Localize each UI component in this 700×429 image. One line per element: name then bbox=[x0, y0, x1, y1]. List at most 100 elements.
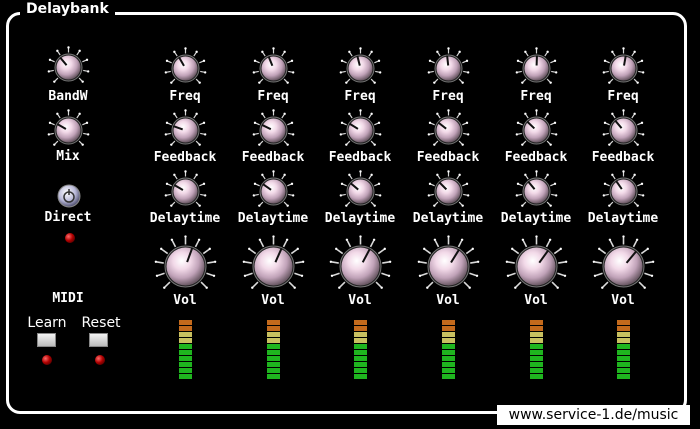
bandwidth-label: BandW bbox=[48, 89, 88, 104]
vol-label-6: Vol bbox=[611, 293, 635, 308]
freq-knob-6[interactable] bbox=[599, 44, 648, 93]
meter-segment bbox=[179, 374, 192, 379]
meter-segment bbox=[354, 350, 367, 355]
meter-segment bbox=[617, 320, 630, 325]
learn-led bbox=[42, 355, 52, 365]
vol-label-2: Vol bbox=[261, 293, 285, 308]
delaytime-knob-1[interactable] bbox=[161, 167, 210, 216]
reset-button[interactable] bbox=[89, 333, 108, 347]
meter-segment bbox=[267, 374, 280, 379]
window-title: Delaybank bbox=[20, 0, 115, 18]
meter-segment bbox=[267, 344, 280, 349]
meter-segment bbox=[530, 344, 543, 349]
meter-segment bbox=[617, 350, 630, 355]
vol-knob-2[interactable] bbox=[238, 231, 309, 302]
meter-segment bbox=[442, 338, 455, 343]
freq-knob-3[interactable] bbox=[336, 44, 385, 93]
meter-segment bbox=[354, 332, 367, 337]
delaytime-knob-3[interactable] bbox=[336, 167, 385, 216]
meter-segment bbox=[442, 374, 455, 379]
vol-knob-5[interactable] bbox=[501, 231, 572, 302]
delaytime-knob-2[interactable] bbox=[249, 167, 298, 216]
feedback-label-3: Feedback bbox=[328, 150, 392, 165]
freq-label-5: Freq bbox=[520, 89, 552, 104]
delaytime-knob-6[interactable] bbox=[599, 167, 648, 216]
meter-segment bbox=[530, 338, 543, 343]
level-meter-5 bbox=[530, 320, 543, 380]
meter-segment bbox=[530, 374, 543, 379]
meter-segment bbox=[179, 344, 192, 349]
vol-knob-1[interactable] bbox=[150, 231, 221, 302]
meter-segment bbox=[354, 356, 367, 361]
meter-segment bbox=[617, 338, 630, 343]
meter-segment bbox=[354, 368, 367, 373]
direct-led bbox=[65, 233, 75, 243]
meter-segment bbox=[530, 326, 543, 331]
bandwidth-knob[interactable] bbox=[44, 43, 93, 92]
delaytime-label-4: Delaytime bbox=[412, 211, 484, 226]
meter-segment bbox=[354, 326, 367, 331]
freq-knob-1[interactable] bbox=[161, 44, 210, 93]
meter-segment bbox=[442, 326, 455, 331]
meter-segment bbox=[354, 344, 367, 349]
meter-segment bbox=[267, 350, 280, 355]
delaytime-knob-4[interactable] bbox=[424, 167, 473, 216]
meter-segment bbox=[617, 356, 630, 361]
meter-segment bbox=[530, 320, 543, 325]
freq-label-6: Freq bbox=[607, 89, 639, 104]
meter-segment bbox=[442, 344, 455, 349]
meter-segment bbox=[530, 350, 543, 355]
vol-label-3: Vol bbox=[348, 293, 372, 308]
feedback-knob-6[interactable] bbox=[599, 106, 648, 155]
delaytime-label-1: Delaytime bbox=[149, 211, 221, 226]
vol-label-4: Vol bbox=[436, 293, 460, 308]
meter-segment bbox=[442, 350, 455, 355]
freq-label-2: Freq bbox=[257, 89, 289, 104]
meter-segment bbox=[354, 374, 367, 379]
feedback-knob-1[interactable] bbox=[161, 106, 210, 155]
meter-segment bbox=[179, 338, 192, 343]
feedback-label-6: Feedback bbox=[591, 150, 655, 165]
delaytime-knob-5[interactable] bbox=[512, 167, 561, 216]
feedback-knob-3[interactable] bbox=[336, 106, 385, 155]
reset-label: Reset bbox=[81, 315, 121, 331]
meter-segment bbox=[179, 332, 192, 337]
learn-button[interactable] bbox=[37, 333, 56, 347]
meter-segment bbox=[442, 332, 455, 337]
freq-knob-4[interactable] bbox=[424, 44, 473, 93]
meter-segment bbox=[354, 320, 367, 325]
midi-label: MIDI bbox=[52, 291, 84, 306]
vol-label-1: Vol bbox=[173, 293, 197, 308]
feedback-knob-2[interactable] bbox=[249, 106, 298, 155]
feedback-label-1: Feedback bbox=[153, 150, 217, 165]
level-meter-4 bbox=[442, 320, 455, 380]
meter-segment bbox=[179, 326, 192, 331]
meter-segment bbox=[179, 362, 192, 367]
footer-url: www.service-1.de/music bbox=[497, 405, 690, 425]
meter-segment bbox=[442, 356, 455, 361]
delaytime-label-2: Delaytime bbox=[237, 211, 309, 226]
meter-segment bbox=[267, 326, 280, 331]
feedback-label-2: Feedback bbox=[241, 150, 305, 165]
feedback-knob-4[interactable] bbox=[424, 106, 473, 155]
meter-segment bbox=[530, 356, 543, 361]
freq-knob-2[interactable] bbox=[249, 44, 298, 93]
reset-led bbox=[95, 355, 105, 365]
feedback-knob-5[interactable] bbox=[512, 106, 561, 155]
delaytime-label-5: Delaytime bbox=[500, 211, 572, 226]
meter-segment bbox=[530, 368, 543, 373]
mix-knob[interactable] bbox=[44, 106, 93, 155]
freq-knob-5[interactable] bbox=[512, 44, 561, 93]
direct-switch[interactable] bbox=[56, 183, 82, 209]
level-meter-6 bbox=[617, 320, 630, 380]
meter-segment bbox=[267, 320, 280, 325]
vol-knob-6[interactable] bbox=[588, 231, 659, 302]
meter-segment bbox=[617, 374, 630, 379]
level-meter-1 bbox=[179, 320, 192, 380]
meter-segment bbox=[354, 338, 367, 343]
vol-knob-4[interactable] bbox=[413, 231, 484, 302]
vol-knob-3[interactable] bbox=[325, 231, 396, 302]
meter-segment bbox=[617, 344, 630, 349]
meter-segment bbox=[179, 320, 192, 325]
meter-segment bbox=[442, 362, 455, 367]
